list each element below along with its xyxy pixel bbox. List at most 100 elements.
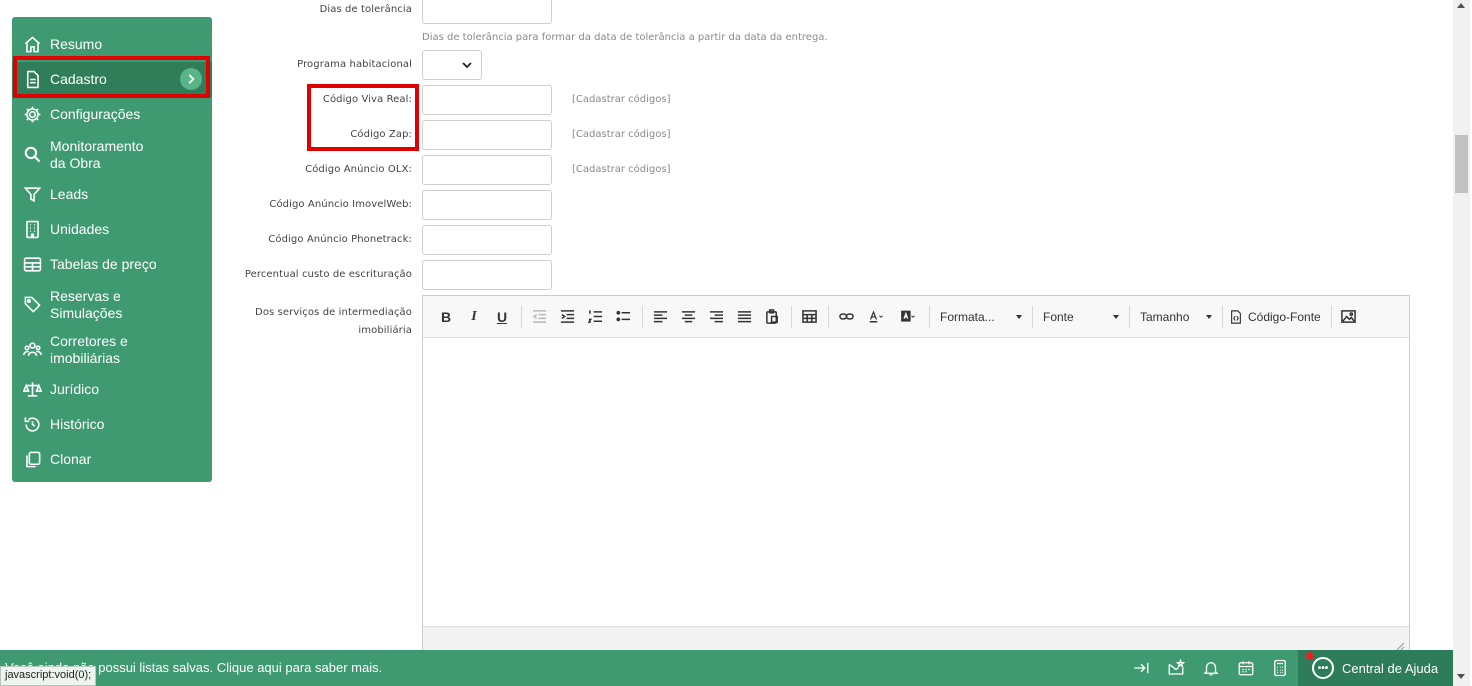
label-servicos-intermediacao: Dos serviços de intermediação imobiliári… <box>255 307 412 336</box>
codigo-zap-input[interactable] <box>422 120 552 150</box>
table-button[interactable] <box>796 304 822 330</box>
format-dropdown-label: Formata... <box>940 309 995 324</box>
cadastrar-codigos-olx-link[interactable]: [Cadastrar códigos] <box>572 164 670 175</box>
toolbar-divider <box>929 305 930 328</box>
caret-down-icon <box>1016 314 1022 319</box>
source-code-button[interactable]: Código-Fonte <box>1227 304 1327 330</box>
form-area: Dias de tolerância Dias de tolerância pa… <box>220 0 1440 655</box>
align-right-icon <box>709 311 723 323</box>
sidebar-item-juridico[interactable]: Jurídico <box>12 372 212 407</box>
help-center-label: Central de Ajuda <box>1342 660 1439 676</box>
percentual-custo-input[interactable] <box>422 260 552 290</box>
page-root: Resumo Cadastro Configurações Monitorame… <box>0 0 1472 686</box>
sidebar-item-corretores[interactable]: Corretores e imobiliárias <box>12 327 212 372</box>
scrollbar-thumb[interactable] <box>1455 135 1468 193</box>
source-code-icon <box>1231 309 1241 324</box>
codigo-imovelweb-input[interactable] <box>422 190 552 220</box>
label-codigo-zap: Código Zap: <box>350 129 412 140</box>
sidebar-item-historico[interactable]: Histórico <box>12 407 212 442</box>
link-button[interactable] <box>833 304 859 330</box>
cadastrar-codigos-viva-real-link[interactable]: [Cadastrar códigos] <box>572 94 670 105</box>
text-color-button[interactable] <box>861 304 891 330</box>
sidebar-item-configuracoes[interactable]: Configurações <box>12 97 212 132</box>
image-button[interactable] <box>1336 304 1362 330</box>
justify-button[interactable] <box>731 304 757 330</box>
format-dropdown[interactable]: Formata... <box>934 304 1028 330</box>
outdent-button[interactable] <box>526 304 552 330</box>
font-dropdown[interactable]: Fonte <box>1037 304 1125 330</box>
sidebar: Resumo Cadastro Configurações Monitorame… <box>12 17 212 482</box>
sidebar-item-label: Clonar <box>50 451 92 467</box>
scale-icon <box>22 380 42 400</box>
align-right-button[interactable] <box>703 304 729 330</box>
size-dropdown[interactable]: Tamanho <box>1134 304 1218 330</box>
sidebar-item-leads[interactable]: Leads <box>12 177 212 212</box>
sidebar-item-clonar[interactable]: Clonar <box>12 442 212 477</box>
numbered-list-button[interactable] <box>582 304 608 330</box>
tag-icon <box>22 295 42 315</box>
gear-icon <box>22 105 42 125</box>
sidebar-item-monitoramento[interactable]: Monitoramento da Obra <box>12 132 212 177</box>
codigo-phonetrack-input[interactable] <box>422 225 552 255</box>
page-scrollbar[interactable] <box>1453 0 1470 686</box>
align-left-icon <box>653 311 667 323</box>
bell-icon[interactable] <box>1201 658 1221 678</box>
sidebar-item-label: Leads <box>50 186 89 202</box>
help-center-button[interactable]: ••• Central de Ajuda <box>1298 650 1453 686</box>
bullet-list-button[interactable] <box>610 304 636 330</box>
scroll-up-arrow-icon[interactable] <box>1457 3 1465 8</box>
link-icon <box>838 313 854 320</box>
font-dropdown-label: Fonte <box>1043 309 1074 324</box>
bullet-list-icon <box>615 310 630 322</box>
text-color-icon <box>869 310 883 323</box>
toolbar-divider <box>1129 305 1130 328</box>
bottom-bar: Você ainda não possui listas salvas. Cli… <box>0 650 1453 686</box>
codigo-viva-real-input[interactable] <box>422 85 552 115</box>
paste-button[interactable] <box>759 304 785 330</box>
sidebar-item-tabelas-preco[interactable]: Tabelas de preço <box>12 247 212 282</box>
underline-button[interactable]: U <box>489 304 515 330</box>
sidebar-item-resumo[interactable]: Resumo <box>12 27 212 62</box>
indent-button[interactable] <box>554 304 580 330</box>
programa-habitacional-select[interactable] <box>422 50 482 80</box>
history-icon <box>22 415 42 435</box>
sidebar-item-label: Reservas e Simulações <box>50 287 123 321</box>
background-color-icon <box>900 310 915 322</box>
editor-toolbar: B I U Formata... Fonte Tamanho Código-Fo… <box>423 296 1409 338</box>
rich-text-editor: B I U Formata... Fonte Tamanho Código-Fo… <box>422 295 1410 655</box>
toolbar-divider <box>521 305 522 328</box>
help-dias-tolerancia: Dias de tolerância para formar da data d… <box>422 32 828 43</box>
calendar-icon[interactable] <box>1236 658 1256 678</box>
building-icon <box>22 220 42 240</box>
editor-content-area[interactable] <box>423 338 1409 626</box>
italic-button[interactable]: I <box>461 304 487 330</box>
chevron-down-icon <box>462 62 472 69</box>
dias-tolerancia-input[interactable] <box>422 0 552 24</box>
chevron-right-icon <box>180 68 202 90</box>
sidebar-item-reservas[interactable]: Reservas e Simulações <box>12 282 212 327</box>
mail-star-icon[interactable] <box>1166 658 1186 678</box>
sidebar-item-cadastro[interactable]: Cadastro <box>12 62 212 97</box>
sidebar-item-label: Corretores e imobiliárias <box>50 332 128 366</box>
toolbar-divider <box>1032 305 1033 328</box>
calculator-icon[interactable] <box>1270 658 1290 678</box>
align-left-button[interactable] <box>647 304 673 330</box>
people-icon <box>22 340 42 360</box>
collapse-arrow-icon[interactable] <box>1131 658 1151 678</box>
label-dias-tolerancia: Dias de tolerância <box>319 4 412 15</box>
scroll-down-arrow-icon[interactable] <box>1457 674 1465 679</box>
align-center-button[interactable] <box>675 304 701 330</box>
cadastrar-codigos-zap-link[interactable]: [Cadastrar códigos] <box>572 129 670 140</box>
status-bar-link-preview: javascript:void(0); <box>0 666 97 686</box>
copy-icon <box>22 450 42 470</box>
toolbar-divider <box>1222 305 1223 328</box>
label-codigo-olx: Código Anúncio OLX: <box>305 164 412 175</box>
codigo-olx-input[interactable] <box>422 155 552 185</box>
background-color-button[interactable] <box>893 304 923 330</box>
size-dropdown-label: Tamanho <box>1140 309 1190 324</box>
sidebar-item-label: Tabelas de preço <box>50 256 157 272</box>
label-percentual-custo: Percentual custo de escrituração <box>244 269 412 280</box>
sidebar-item-unidades[interactable]: Unidades <box>12 212 212 247</box>
bold-button[interactable]: B <box>433 304 459 330</box>
search-icon <box>22 145 42 165</box>
